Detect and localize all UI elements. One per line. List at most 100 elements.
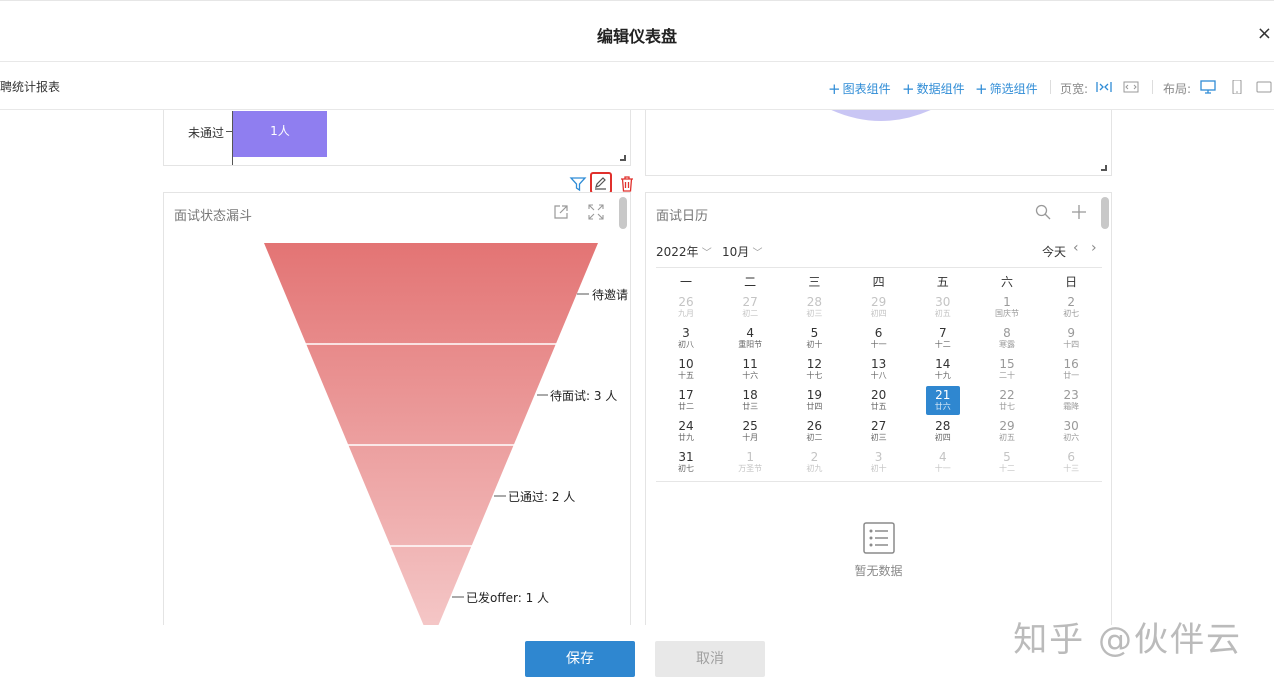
divider	[656, 481, 1102, 482]
weekday-header: 三	[808, 275, 821, 289]
bar-chart-card[interactable]: 未通过 1人	[163, 110, 631, 166]
empty-state-text: 暂无数据	[854, 564, 903, 578]
close-icon[interactable]: ×	[1257, 23, 1272, 44]
chevron-right-icon[interactable]: ›	[1091, 240, 1097, 256]
calendar-day[interactable]: 14 十九	[911, 357, 975, 388]
toolbar-divider	[1050, 80, 1051, 94]
scrollbar[interactable]	[1101, 197, 1109, 229]
calendar-day[interactable]: 28 初三	[782, 295, 846, 326]
resize-handle[interactable]	[1101, 165, 1107, 171]
add-data-component-button[interactable]: + 数据组件	[902, 80, 965, 98]
calendar-day[interactable]: 13 十八	[847, 357, 911, 388]
day-number: 10	[678, 357, 694, 371]
add-filter-component-button[interactable]: + 筛选组件	[975, 80, 1038, 98]
calendar-day[interactable]: 25 十月	[718, 419, 782, 450]
chevron-down-icon: ﹀	[698, 248, 712, 259]
calendar-day[interactable]: 4 重阳节	[718, 326, 782, 357]
calendar-day[interactable]: 26 九月	[654, 295, 718, 326]
fixed-width-icon[interactable]	[1123, 80, 1139, 94]
add-chart-component-button[interactable]: + 图表组件	[828, 80, 891, 98]
watermark: 知乎 @伙伴云	[1013, 620, 1242, 660]
calendar-day[interactable]: 18 廿三	[718, 388, 782, 419]
calendar-day[interactable]: 8 寒露	[975, 326, 1039, 357]
desktop-layout-icon[interactable]	[1200, 80, 1216, 94]
calendar-day[interactable]: 20 廿五	[847, 388, 911, 419]
calendar-day[interactable]: 10 十五	[654, 357, 718, 388]
calendar-day[interactable]: 7 十二	[911, 326, 975, 357]
lunar-date: 十五	[678, 371, 694, 380]
calendar-day[interactable]: 6 十一	[847, 326, 911, 357]
lunar-date: 初八	[678, 340, 694, 349]
calendar-day[interactable]: 1 国庆节	[975, 295, 1039, 326]
calendar-day[interactable]: 28 初四	[911, 419, 975, 450]
calendar-day[interactable]: 6 十三	[1039, 450, 1103, 481]
filter-icon[interactable]	[568, 174, 588, 194]
lunar-date: 初十	[806, 340, 823, 349]
calendar-day[interactable]: 26 初二	[782, 419, 846, 450]
calendar-day-today[interactable]: 21 廿六	[911, 388, 975, 419]
day-number: 5	[1003, 450, 1011, 464]
funnel-shape	[264, 243, 598, 625]
fit-width-icon[interactable]	[1096, 80, 1112, 94]
year-select[interactable]: 2022年 ﹀	[656, 243, 712, 260]
day-number: 11	[742, 357, 758, 371]
calendar-day[interactable]: 12 十七	[782, 357, 846, 388]
search-icon[interactable]	[1034, 203, 1052, 221]
day-number: 30	[935, 295, 951, 309]
calendar-day[interactable]: 27 初二	[718, 295, 782, 326]
day-number: 6	[1067, 450, 1075, 464]
calendar-day[interactable]: 24 廿九	[654, 419, 718, 450]
pie-chart-card[interactable]	[645, 110, 1112, 176]
calendar-day[interactable]: 9 十四	[1039, 326, 1103, 357]
save-button[interactable]: 保存	[525, 641, 635, 677]
calendar-day[interactable]: 29 初四	[847, 295, 911, 326]
cancel-button[interactable]: 取消	[655, 641, 765, 677]
lunar-date: 十一	[934, 464, 951, 473]
calendar-day[interactable]: 16 廿一	[1039, 357, 1103, 388]
calendar-day[interactable]: 29 初五	[975, 419, 1039, 450]
calendar-day[interactable]: 19 廿四	[782, 388, 846, 419]
calendar-day[interactable]: 2 初九	[782, 450, 846, 481]
year-value: 2022年	[656, 245, 699, 259]
day-number: 1	[746, 450, 754, 464]
day-number: 28	[935, 419, 951, 433]
month-select[interactable]: 10月 ﹀	[722, 243, 762, 260]
tablet-layout-icon[interactable]	[1256, 80, 1272, 94]
lunar-date: 二十	[999, 371, 1015, 380]
lunar-date: 十九	[934, 371, 951, 380]
lunar-date: 霜降	[1063, 402, 1080, 411]
delete-icon[interactable]	[617, 174, 637, 194]
toolbar: 招聘统计报表 +图表组件 +数据组件 +筛选组件 页宽: 布局:	[0, 62, 1274, 110]
calendar-day[interactable]: 31 初七	[654, 450, 718, 481]
calendar-day[interactable]: 2 初七	[1039, 295, 1103, 326]
lunar-date: 十八	[870, 371, 887, 380]
calendar-day[interactable]: 4 十一	[911, 450, 975, 481]
chevron-left-icon[interactable]: ‹	[1073, 240, 1079, 256]
calendar-day[interactable]: 30 初六	[1039, 419, 1103, 450]
edit-icon	[595, 177, 606, 190]
card-title: 面试日历	[656, 209, 709, 224]
add-filter-component-label: 筛选组件	[989, 82, 1038, 96]
calendar-day[interactable]: 27 初三	[847, 419, 911, 450]
add-icon[interactable]	[1070, 203, 1088, 221]
calendar-day[interactable]: 5 十二	[975, 450, 1039, 481]
lunar-date: 初二	[806, 433, 823, 442]
today-button[interactable]: 今天	[1042, 243, 1066, 260]
calendar-day[interactable]: 3 初八	[654, 326, 718, 357]
day-number: 14	[935, 357, 951, 371]
calendar-day[interactable]: 1 万圣节	[718, 450, 782, 481]
mobile-layout-icon[interactable]	[1229, 80, 1245, 94]
calendar-day[interactable]: 23 霜降	[1039, 388, 1103, 419]
calendar-day[interactable]: 15 二十	[975, 357, 1039, 388]
day-number: 27	[742, 295, 758, 309]
funnel-chart-card[interactable]: 面试状态漏斗 待邀请 待面试: 3 人 已通过: 2 人 已发offer: 1 …	[163, 192, 631, 625]
calendar-day[interactable]: 17 廿二	[654, 388, 718, 419]
calendar-day[interactable]: 22 廿七	[975, 388, 1039, 419]
edit-button[interactable]	[590, 172, 612, 194]
calendar-day[interactable]: 5 初十	[782, 326, 846, 357]
calendar-day[interactable]: 11 十六	[718, 357, 782, 388]
calendar-day[interactable]: 30 初五	[911, 295, 975, 326]
plus-icon: +	[975, 80, 988, 98]
resize-handle[interactable]	[620, 155, 626, 161]
calendar-day[interactable]: 3 初十	[847, 450, 911, 481]
